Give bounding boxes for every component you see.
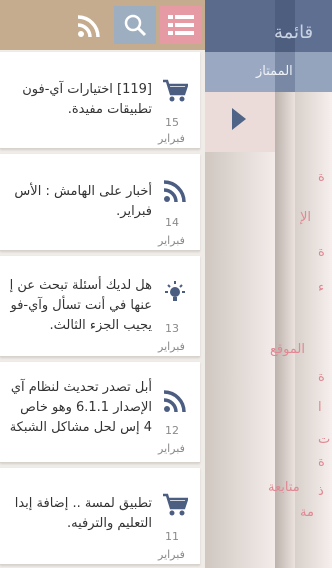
article-month: فبراير: [158, 340, 185, 353]
article-day: 15: [165, 116, 179, 129]
side-menu-subtitle: الممتاز: [256, 64, 293, 79]
side-menu-item[interactable]: متابعة: [268, 480, 300, 495]
search-button[interactable]: [114, 6, 156, 44]
article-title: هل لديك أسئلة تبحث عن إ عنها في أنت تسأل …: [9, 278, 152, 333]
article-card[interactable]: [119] اختيارات آي-فون تطبيقات مفيدة. 15 ف…: [0, 52, 200, 149]
article-title: أخبار على الهامش : الأس فبراير.: [14, 184, 152, 219]
side-menu-item[interactable]: ة: [318, 370, 325, 385]
top-toolbar: [0, 0, 205, 50]
article-month: فبراير: [158, 234, 185, 247]
expand-arrow-icon[interactable]: [232, 108, 246, 130]
article-card[interactable]: أخبار على الهامش : الأس فبراير. 14 فبراير: [0, 154, 200, 251]
side-menu-item[interactable]: ة: [318, 170, 325, 185]
side-menu-item[interactable]: الإ: [300, 210, 311, 225]
article-title: أبل تصدر تحديث لنظام آي الإصدار 6.1.1 وهو…: [9, 380, 152, 435]
rss-icon: [158, 384, 192, 418]
rss-button[interactable]: [68, 10, 110, 42]
article-title: تطبيق لمسة .. إضافة إبدا التعليم والترفيه…: [14, 496, 152, 531]
article-title: [119] اختيارات آي-فون تطبيقات مفيدة.: [22, 82, 152, 117]
side-menu-item[interactable]: ة: [318, 455, 325, 470]
search-icon: [124, 14, 147, 37]
menu-icon: [168, 15, 194, 35]
article-month: فبراير: [158, 442, 185, 455]
article-list: [119] اختيارات آي-فون تطبيقات مفيدة. 15 ف…: [0, 50, 205, 568]
rss-icon: [158, 174, 192, 208]
article-card[interactable]: أبل تصدر تحديث لنظام آي الإصدار 6.1.1 وهو…: [0, 362, 200, 463]
side-menu-item[interactable]: ا: [318, 400, 322, 415]
side-menu-item[interactable]: ة: [318, 245, 325, 260]
side-menu-item[interactable]: ت: [318, 432, 330, 447]
article-month: فبراير: [158, 132, 185, 145]
side-menu-item[interactable]: الموقع: [270, 342, 305, 357]
article-card[interactable]: هل لديك أسئلة تبحث عن إ عنها في أنت تسأل …: [0, 256, 200, 357]
bulb-icon: [158, 276, 192, 310]
rss-icon: [77, 15, 100, 38]
article-day: 11: [165, 530, 179, 543]
side-menu-item[interactable]: ذ: [318, 484, 324, 499]
cart-icon: [158, 74, 192, 108]
article-month: فبراير: [158, 548, 185, 561]
cart-icon: [158, 488, 192, 522]
menu-button[interactable]: [160, 6, 202, 44]
article-day: 12: [165, 424, 179, 437]
article-day: 14: [165, 216, 179, 229]
article-card[interactable]: تطبيق لمسة .. إضافة إبدا التعليم والترفيه…: [0, 468, 200, 565]
side-menu-edge: [295, 0, 332, 568]
side-menu-item[interactable]: مة: [300, 505, 314, 520]
article-day: 13: [165, 322, 179, 335]
side-menu-title: قائمة: [274, 22, 314, 43]
side-menu-item[interactable]: ء: [318, 280, 324, 295]
